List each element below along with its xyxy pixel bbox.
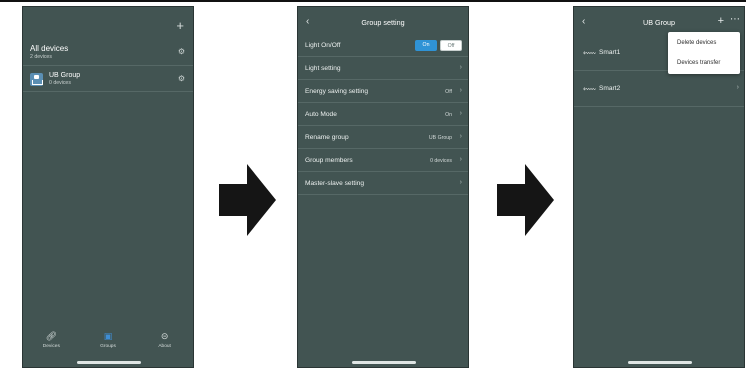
gear-icon[interactable]: ⚙ bbox=[178, 47, 185, 56]
setting-label: Master-slave setting bbox=[305, 180, 364, 187]
setting-group-members[interactable]: Group members 0 devices › bbox=[298, 150, 468, 172]
lamp-icon: ⬳ bbox=[583, 48, 596, 58]
all-devices-count: 2 devices bbox=[30, 54, 52, 60]
gear-icon[interactable]: ⚙ bbox=[178, 74, 185, 83]
all-devices-title: All devices bbox=[30, 44, 69, 53]
group-title: UB Group bbox=[49, 72, 81, 79]
menu-item-devices-transfer[interactable]: Devices transfer bbox=[668, 53, 740, 73]
group-count: 0 devices bbox=[49, 80, 71, 86]
link-icon: 🔗︎ bbox=[45, 331, 58, 341]
tab-label: Devices bbox=[42, 344, 60, 349]
setting-value: Off bbox=[445, 89, 452, 95]
top-border bbox=[0, 0, 746, 2]
tab-about[interactable]: ⊝ About bbox=[145, 331, 185, 349]
setting-label: Light setting bbox=[305, 65, 341, 72]
setting-value: UB Group bbox=[428, 135, 452, 141]
setting-value: 0 devices bbox=[430, 158, 452, 164]
chevron-right-icon: › bbox=[459, 64, 462, 71]
setting-value: On bbox=[445, 112, 452, 118]
chevron-right-icon: › bbox=[459, 87, 462, 94]
off-button[interactable]: Off bbox=[440, 40, 462, 51]
group-row-ub[interactable]: UB Group 0 devices ⚙ bbox=[23, 66, 193, 92]
setting-light[interactable]: Light setting › bbox=[298, 58, 468, 80]
setting-energy-saving[interactable]: Energy saving setting Off › bbox=[298, 81, 468, 103]
menu-item-delete-devices[interactable]: Delete devices bbox=[668, 33, 740, 53]
nav-bar: ‹ Group setting bbox=[298, 16, 468, 30]
chevron-right-icon: › bbox=[736, 84, 739, 91]
chevron-right-icon: › bbox=[459, 179, 462, 186]
setting-label: Auto Mode bbox=[305, 111, 337, 118]
page-title: Group setting bbox=[361, 18, 405, 27]
lamp-icon: ⬳ bbox=[583, 84, 596, 94]
home-indicator bbox=[77, 361, 141, 364]
groups-icon: ▣ bbox=[103, 331, 113, 341]
chevron-right-icon: › bbox=[459, 156, 462, 163]
tab-label: About bbox=[158, 344, 171, 349]
on-button[interactable]: On bbox=[415, 40, 437, 51]
onoff-toggle: On Off bbox=[415, 40, 462, 51]
screen-group-devices: ‹ UB Group + ⋯ ⬳ Smart1 › ⬳ Smart2 › Del… bbox=[573, 6, 745, 368]
setting-label: Energy saving setting bbox=[305, 88, 369, 95]
device-name: Smart1 bbox=[599, 49, 621, 56]
nav-bar: ‹ UB Group + ⋯ bbox=[574, 14, 744, 30]
arrow-right-icon bbox=[219, 164, 276, 236]
tab-label: Groups bbox=[100, 344, 116, 349]
more-icon[interactable]: ⋯ bbox=[730, 14, 740, 25]
tab-devices[interactable]: 🔗︎ Devices bbox=[31, 331, 71, 349]
plus-icon[interactable]: + bbox=[718, 15, 724, 27]
tab-bar: 🔗︎ Devices ▣ Groups ⊝ About bbox=[23, 327, 193, 353]
home-indicator bbox=[352, 361, 416, 364]
chevron-right-icon: › bbox=[459, 133, 462, 140]
tab-groups[interactable]: ▣ Groups bbox=[88, 331, 128, 349]
setting-auto-mode[interactable]: Auto Mode On › bbox=[298, 104, 468, 126]
chevron-right-icon: › bbox=[459, 110, 462, 117]
plus-icon[interactable]: + bbox=[176, 18, 184, 33]
setting-master-slave[interactable]: Master-slave setting › bbox=[298, 173, 468, 195]
device-name: Smart2 bbox=[599, 85, 621, 92]
device-row-smart2[interactable]: ⬳ Smart2 › bbox=[574, 71, 744, 107]
screen-groups-list: + All devices 2 devices ⚙ UB Group 0 dev… bbox=[22, 6, 194, 368]
setting-light-onoff: Light On/Off On Off bbox=[298, 35, 468, 57]
setting-label: Rename group bbox=[305, 134, 349, 141]
setting-label: Light On/Off bbox=[305, 42, 341, 49]
all-devices-row[interactable]: All devices 2 devices ⚙ bbox=[23, 40, 193, 66]
setting-label: Group members bbox=[305, 157, 353, 164]
setting-rename-group[interactable]: Rename group UB Group › bbox=[298, 127, 468, 149]
screen-group-setting: ‹ Group setting Light On/Off On Off Ligh… bbox=[297, 6, 469, 368]
group-icon bbox=[30, 73, 43, 86]
home-indicator bbox=[628, 361, 692, 364]
dropdown-menu: Delete devices Devices transfer bbox=[668, 32, 740, 74]
info-icon: ⊝ bbox=[160, 331, 169, 341]
arrow-right-icon bbox=[497, 164, 554, 236]
